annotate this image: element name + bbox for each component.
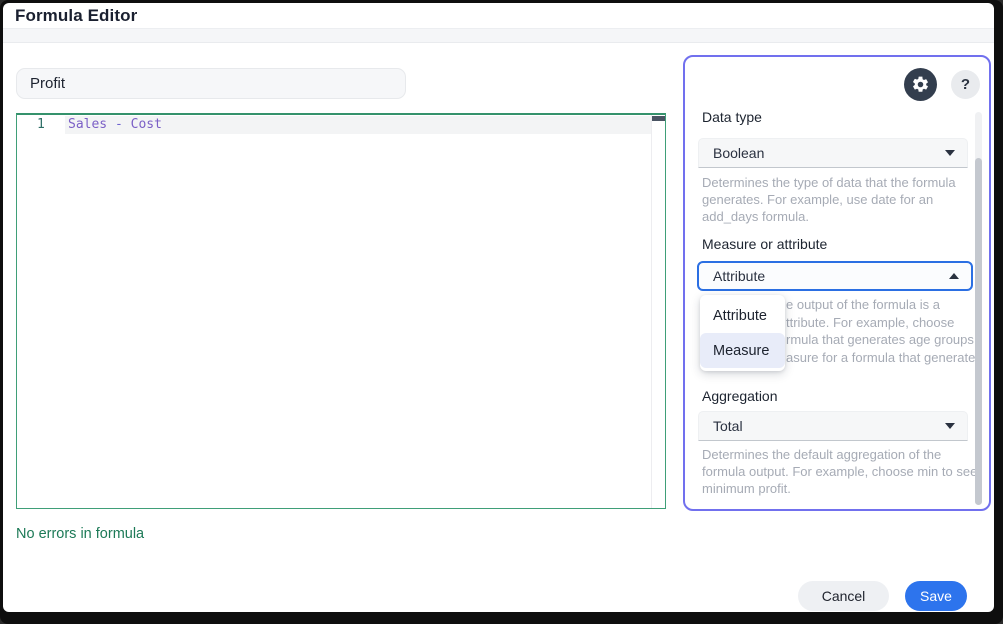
formula-code-line[interactable]: Sales - Cost <box>68 117 162 132</box>
header-divider-band <box>3 28 994 43</box>
editor-scroll-thumb[interactable] <box>652 116 665 121</box>
line-number: 1 <box>37 117 45 132</box>
formula-name-input[interactable] <box>16 68 406 99</box>
code-token-left: Sales <box>68 117 107 132</box>
aggregation-select[interactable]: Total <box>698 411 968 441</box>
aggregation-label: Aggregation <box>702 388 778 404</box>
dropdown-option-measure[interactable]: Measure <box>700 333 785 368</box>
measure-or-attribute-dropdown-menu: Attribute Measure <box>700 295 785 371</box>
cancel-button[interactable]: Cancel <box>798 581 889 611</box>
gear-icon <box>911 75 930 94</box>
formula-settings-panel: ? Data type Boolean Determines the type … <box>683 55 991 511</box>
question-mark-icon: ? <box>961 76 970 93</box>
chevron-down-icon <box>945 423 955 429</box>
formula-code-editor[interactable]: 1 Sales - Cost <box>16 113 666 509</box>
data-type-label: Data type <box>702 109 762 125</box>
screenshot-frame: Formula Editor 1 Sales - Cost No errors … <box>0 0 1003 624</box>
aggregation-description: Determines the default aggregation of th… <box>702 446 977 497</box>
page-title: Formula Editor <box>15 6 137 26</box>
measure-or-attribute-description-partial: e output of the formula is a ttribute. F… <box>786 296 982 366</box>
data-type-description: Determines the type of data that the for… <box>702 174 956 225</box>
dropdown-option-attribute[interactable]: Attribute <box>700 298 785 333</box>
settings-gear-button[interactable] <box>904 68 937 101</box>
editor-overview-ruler[interactable] <box>651 115 665 508</box>
panel-scrollbar-thumb[interactable] <box>975 158 982 505</box>
formula-editor-dialog: Formula Editor 1 Sales - Cost No errors … <box>3 3 994 612</box>
chevron-down-icon <box>945 150 955 156</box>
data-type-select[interactable]: Boolean <box>698 138 968 168</box>
measure-or-attribute-value: Attribute <box>713 268 949 284</box>
measure-or-attribute-label: Measure or attribute <box>702 236 827 252</box>
help-button[interactable]: ? <box>951 70 980 99</box>
save-button[interactable]: Save <box>905 581 967 611</box>
data-type-value: Boolean <box>713 145 945 161</box>
chevron-up-icon <box>949 273 959 279</box>
status-message: No errors in formula <box>16 526 144 542</box>
code-token-operator: - <box>115 117 123 132</box>
aggregation-value: Total <box>713 418 945 434</box>
code-token-right: Cost <box>131 117 162 132</box>
measure-or-attribute-select[interactable]: Attribute <box>697 261 973 291</box>
